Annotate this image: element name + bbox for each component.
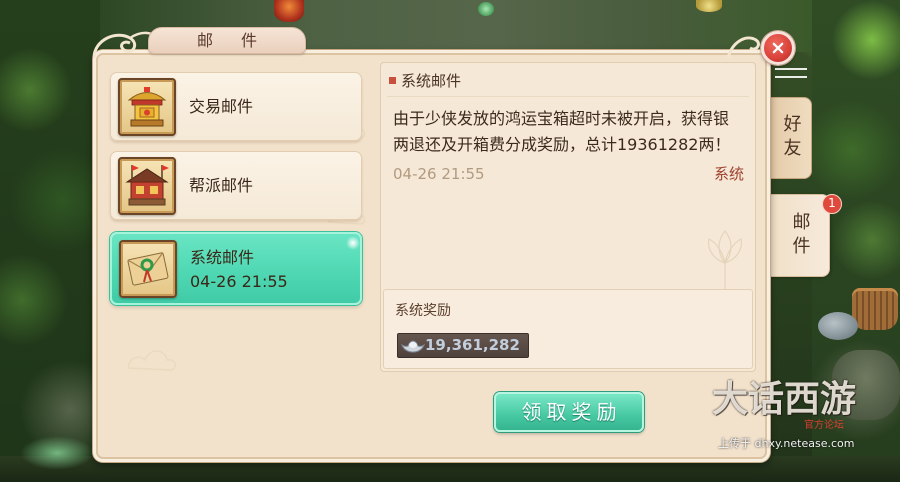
mail-category-label: 帮派邮件 <box>189 176 254 195</box>
envelope-icon <box>119 240 177 298</box>
mail-category-label: 系统邮件 <box>190 248 255 267</box>
lantern-decoration <box>274 0 304 22</box>
reward-label: 系统奖励 <box>395 303 451 319</box>
mail-category-date: 04-26 21:55 <box>190 272 288 291</box>
guild-hall-icon <box>118 157 176 215</box>
fish-on-stones <box>818 312 858 340</box>
silver-ingot-icon <box>400 337 426 355</box>
tab-friends-label: 好友 <box>780 114 802 162</box>
wicker-basket <box>852 288 898 330</box>
watermark-forum: 官方论坛 <box>804 420 844 431</box>
mail-body: 由于少侠发放的鸿运宝箱超时未被开启，获得银 两退还及开箱费分成奖励，总计1936… <box>393 106 730 158</box>
reward-box: 系统奖励 19,361,282 <box>383 289 753 369</box>
tab-friends[interactable]: 好友 <box>766 97 812 179</box>
green-glow <box>20 436 94 470</box>
mail-body-line: 由于少侠发放的鸿运宝箱超时未被开启，获得银 <box>393 109 730 128</box>
claim-reward-button[interactable]: 领取奖励 <box>494 392 644 432</box>
watermark-upload: 上传于 dhxy.netease.com <box>718 437 855 450</box>
header-bullet-icon <box>389 77 396 84</box>
reward-amount-chip: 19,361,282 <box>397 333 529 358</box>
reward-amount: 19,361,282 <box>425 336 520 354</box>
tab-mail-label: 邮件 <box>789 211 811 260</box>
mail-detail-panel: 系统邮件 由于少侠发放的鸿运宝箱超时未被开启，获得银 两退还及开箱费分成奖励，总… <box>380 62 756 372</box>
mail-category-system[interactable]: 系统邮件 04-26 21:55 <box>110 232 362 305</box>
mail-category-guild[interactable]: 帮派邮件 <box>110 151 362 220</box>
gold-ornament-decoration <box>696 0 722 12</box>
header-divider <box>387 96 749 97</box>
mail-body-line: 两退还及开箱费分成奖励，总计19361282两！ <box>393 135 731 154</box>
mail-detail-title: 系统邮件 <box>401 72 462 90</box>
mail-sender: 系统 <box>713 165 744 183</box>
mail-category-label: 交易邮件 <box>189 97 254 116</box>
trade-pavilion-icon <box>118 78 176 136</box>
close-icon <box>772 42 784 54</box>
watermark: 大话西游 官方论坛 上传于 dhxy.netease.com <box>712 378 877 454</box>
dialog-title-tab: 邮件 <box>148 27 306 54</box>
watermark-logo: 大话西游 <box>712 378 857 420</box>
cloud-ornament <box>128 350 177 371</box>
tab-mail[interactable]: 邮件 <box>766 194 830 277</box>
jade-orb-decoration <box>478 2 494 16</box>
close-button[interactable] <box>761 31 795 65</box>
sparkle-decoration <box>346 236 360 250</box>
tree-foliage-left <box>0 0 100 482</box>
mail-category-trade[interactable]: 交易邮件 <box>110 72 362 141</box>
unread-badge: 1 <box>822 194 842 214</box>
mail-date: 04-26 21:55 <box>393 165 485 183</box>
mail-dialog: 交易邮件 帮派邮件 系统邮件 04-26 21:55 系统邮件 由于少侠发放的鸿… <box>93 50 770 462</box>
frame-handle-lines <box>775 68 807 78</box>
